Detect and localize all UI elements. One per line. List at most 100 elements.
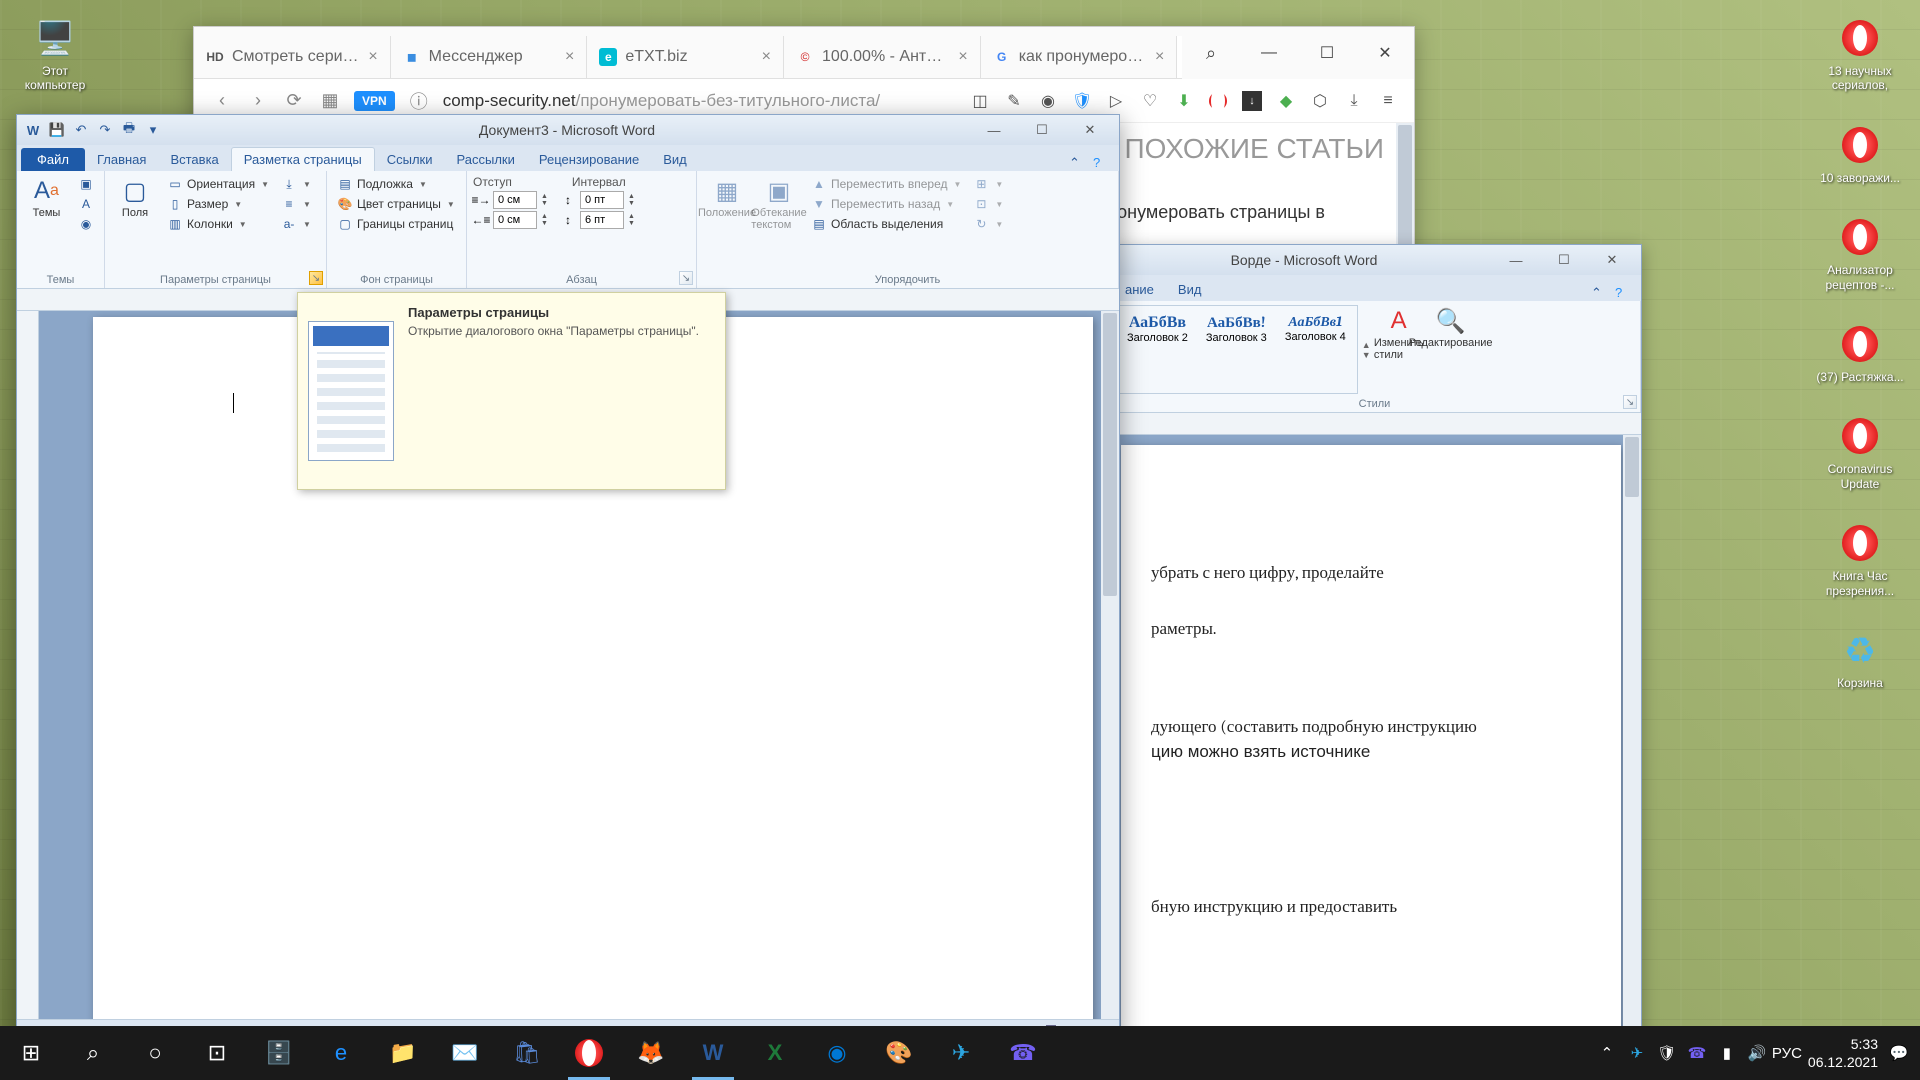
ribbon-tab-home[interactable]: Главная [85, 148, 158, 171]
print-preview-button[interactable]: 🖶 [119, 120, 139, 140]
tray-viber-icon[interactable]: ☎ [1688, 1044, 1706, 1062]
cube-icon[interactable]: ⬡ [1310, 91, 1330, 111]
orientation-button[interactable]: ▭Ориентация▼ [163, 175, 273, 193]
page-borders-button[interactable]: ▢Границы страниц [333, 215, 459, 233]
snapshot-icon[interactable]: ◉ [1038, 91, 1058, 111]
search-button[interactable]: ⌕ [62, 1026, 124, 1080]
desktop-icon-opera-link[interactable]: 10 заворажи... [1810, 117, 1910, 189]
browser-tab[interactable]: ◼Мессенджер× [391, 36, 588, 78]
paragraph-dialog-launcher[interactable]: ↘ [679, 271, 693, 285]
maximize-button[interactable]: ☐ [1541, 249, 1587, 271]
tab-close-icon[interactable]: × [565, 48, 574, 66]
tray-shield-icon[interactable]: 🛡 [1658, 1044, 1676, 1062]
redo-button[interactable]: ↷ [95, 120, 115, 140]
tray-battery-icon[interactable]: ▮ [1718, 1044, 1736, 1062]
taskbar-app-folder[interactable]: 📁 [372, 1026, 434, 1080]
task-view-button[interactable]: ⊡ [186, 1026, 248, 1080]
forward-button[interactable]: › [246, 89, 270, 113]
selection-pane-button[interactable]: ▤Область выделения [807, 215, 965, 233]
qat-customize-button[interactable]: ▾ [143, 120, 163, 140]
page-setup-dialog-launcher[interactable]: ↘ [309, 271, 323, 285]
browser-tab[interactable]: eeTXT.biz× [587, 36, 784, 78]
speed-dial-button[interactable]: ▦ [318, 89, 342, 113]
desktop-icon-opera-link[interactable]: Анализатор рецептов -... [1810, 209, 1910, 296]
ribbon-tab-page-layout[interactable]: Разметка страницы [231, 147, 375, 171]
theme-effects-button[interactable]: ◉ [74, 215, 98, 233]
size-button[interactable]: ▯Размер▼ [163, 195, 273, 213]
desktop-icon-recycle-bin[interactable]: Корзина [1810, 622, 1910, 694]
space-after-input[interactable] [580, 211, 624, 229]
browser-search-button[interactable]: ⌕ [1182, 27, 1240, 79]
taskbar-app-edge[interactable]: ◉ [806, 1026, 868, 1080]
ruler-vertical[interactable] [17, 311, 39, 1019]
editing-button[interactable]: 🔍Редактирование [1427, 305, 1475, 394]
help-icon[interactable]: ? [1615, 285, 1631, 301]
close-button[interactable]: ✕ [1356, 27, 1414, 79]
file-tab[interactable]: Файл [21, 148, 85, 171]
line-numbers-button[interactable]: ≡▼ [277, 195, 315, 213]
tray-telegram-icon[interactable]: ✈ [1628, 1044, 1646, 1062]
tab-close-icon[interactable]: × [958, 48, 967, 66]
taskbar-app-opera[interactable] [558, 1026, 620, 1080]
sidebar-icon[interactable]: ◫ [970, 91, 990, 111]
styles-gallery[interactable]: АаБбВвЗаголовок 2 АаБбВв!Заголовок 3 АаБ… [1115, 305, 1358, 394]
minimize-button[interactable]: — [1240, 27, 1298, 79]
space-after-spinner[interactable]: ↕▲▼ [560, 211, 635, 229]
space-before-spinner[interactable]: ↕▲▼ [560, 191, 635, 209]
taskbar-app-excel[interactable]: X [744, 1026, 806, 1080]
taskbar-app-word[interactable]: W [682, 1026, 744, 1080]
minimize-button[interactable]: — [1493, 249, 1539, 271]
dialog-launcher[interactable]: ↘ [1623, 395, 1637, 409]
url-field[interactable]: comp-security.net/пронумеровать-без-титу… [443, 91, 958, 111]
margins-button[interactable]: ▢Поля [111, 175, 159, 270]
tab-close-icon[interactable]: × [368, 48, 377, 66]
indent-right-spinner[interactable]: ←≡▲▼ [473, 211, 548, 229]
tab-close-icon[interactable]: × [1155, 48, 1164, 66]
tray-volume-icon[interactable]: 🔊 [1748, 1044, 1766, 1062]
back-button[interactable]: ‹ [210, 89, 234, 113]
desktop-icon-opera-link[interactable]: Книга Час презрения... [1810, 515, 1910, 602]
help-icon[interactable]: ? [1093, 155, 1109, 171]
ribbon-tab-view[interactable]: Вид [651, 148, 699, 171]
theme-fonts-button[interactable]: A [74, 195, 98, 213]
reload-button[interactable]: ⟳ [282, 89, 306, 113]
taskbar-app-firefox[interactable]: 🦊 [620, 1026, 682, 1080]
opera-menu-icon[interactable] [1208, 91, 1228, 111]
site-info-icon[interactable]: ⓘ [407, 89, 431, 113]
ribbon-tab-references[interactable]: Ссылки [375, 148, 445, 171]
downloads-icon[interactable]: ⤓ [1344, 91, 1364, 111]
document-page[interactable]: убрать с него цифру, проделайте раметры.… [1121, 445, 1621, 1039]
maximize-button[interactable]: ☐ [1019, 119, 1065, 141]
download-arrow-icon[interactable]: ⬇ [1174, 91, 1194, 111]
ribbon-tab-mailings[interactable]: Рассылки [445, 148, 527, 171]
clock[interactable]: 5:33 06.12.2021 [1808, 1035, 1878, 1071]
taskbar-app-ie[interactable]: e [310, 1026, 372, 1080]
minimize-button[interactable]: — [971, 119, 1017, 141]
close-button[interactable]: ✕ [1067, 119, 1113, 141]
change-styles-button[interactable]: AИзменить стили [1375, 305, 1423, 394]
send-icon[interactable]: ▷ [1106, 91, 1126, 111]
indent-left-input[interactable] [493, 191, 537, 209]
extension-icon[interactable]: ↓ [1242, 91, 1262, 111]
columns-button[interactable]: ▥Колонки▼ [163, 215, 273, 233]
tray-language[interactable]: РУС [1778, 1044, 1796, 1062]
watermark-button[interactable]: ▤Подложка▼ [333, 175, 459, 193]
minimize-ribbon-icon[interactable]: ⌃ [1069, 155, 1085, 171]
easy-setup-icon[interactable]: ≡ [1378, 91, 1398, 111]
cortana-button[interactable]: ○ [124, 1026, 186, 1080]
desktop-icon-opera-link[interactable]: 13 научных сериалов, [1810, 10, 1910, 97]
ribbon-tab[interactable]: Вид [1166, 278, 1214, 301]
browser-tab[interactable]: ©100.00% - Антиплаги× [784, 36, 981, 78]
taskbar-app-store[interactable]: 🛍 [496, 1026, 558, 1080]
vpn-badge[interactable]: VPN [354, 91, 395, 111]
notifications-icon[interactable]: 💬 [1890, 1044, 1908, 1062]
style-item[interactable]: АаБбВв!Заголовок 3 [1199, 310, 1274, 389]
taskbar-app-mail[interactable]: ✉️ [434, 1026, 496, 1080]
theme-colors-button[interactable]: ▣ [74, 175, 98, 193]
extension-icon[interactable]: ◆ [1276, 91, 1296, 111]
save-button[interactable]: 💾 [47, 120, 67, 140]
minimize-ribbon-icon[interactable]: ⌃ [1591, 285, 1607, 301]
themes-button[interactable]: AaТемы [23, 175, 70, 270]
word-app-icon[interactable]: W [23, 120, 43, 140]
undo-button[interactable]: ↶ [71, 120, 91, 140]
